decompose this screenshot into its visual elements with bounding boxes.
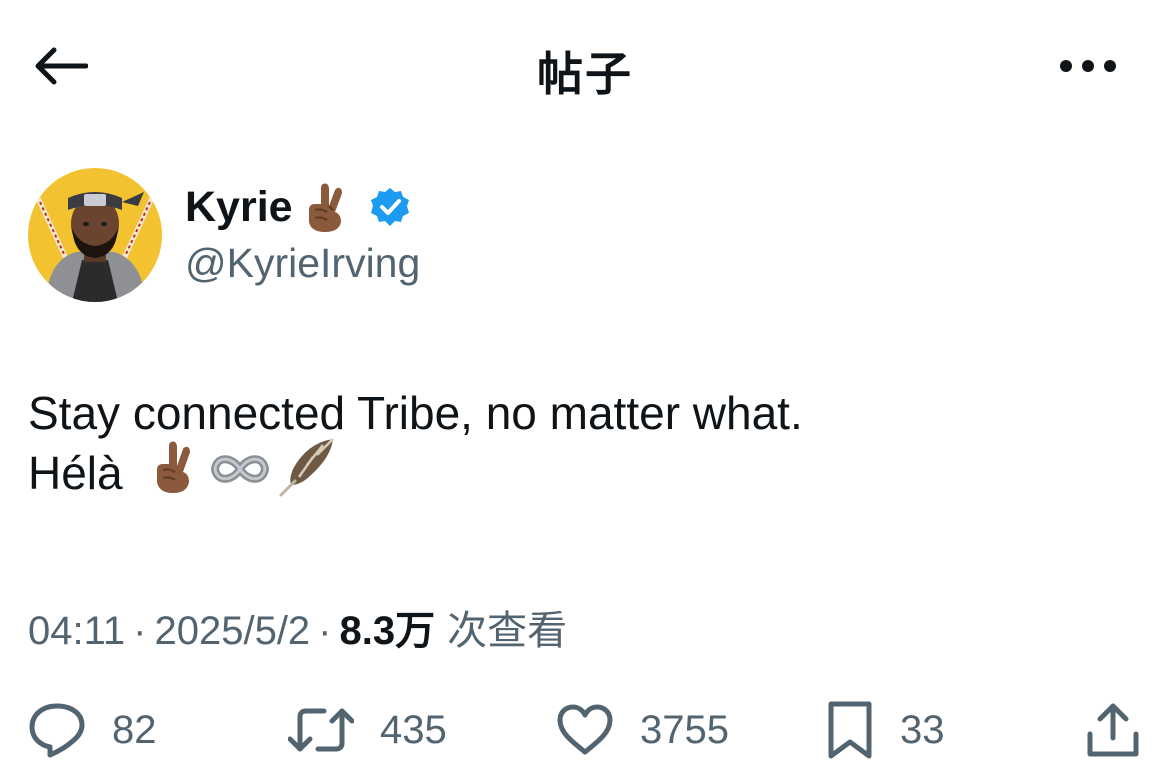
- display-name[interactable]: Kyrie: [185, 183, 293, 232]
- avatar[interactable]: [28, 168, 162, 302]
- retweet-count: 435: [380, 707, 447, 752]
- like-button[interactable]: 3755: [556, 695, 729, 765]
- verified-badge-icon[interactable]: [369, 186, 411, 228]
- page-title: 帖子: [537, 47, 633, 101]
- more-horizontal-icon: [1060, 60, 1116, 72]
- top-bar: 帖子: [0, 0, 1170, 130]
- like-count: 3755: [640, 707, 729, 752]
- reply-button[interactable]: 82: [28, 695, 157, 765]
- tweet-date[interactable]: 2025/5/2: [154, 609, 310, 654]
- crossed-fingers-emoji-icon: [149, 436, 197, 510]
- heart-icon: [557, 704, 613, 755]
- meta-separator: ·: [133, 609, 147, 653]
- bookmark-count: 33: [900, 707, 945, 752]
- crossed-fingers-emoji-icon: [301, 180, 349, 234]
- tweet-text: Stay connected Tribe, no matter what. Hé…: [28, 383, 1128, 503]
- meta-separator: ·: [318, 609, 332, 653]
- retweet-icon: [288, 708, 354, 752]
- more-options-button[interactable]: [1056, 44, 1120, 88]
- tweet-time[interactable]: 04:11: [28, 609, 125, 654]
- avatar-image: [28, 168, 162, 302]
- tweet-text-line-2: Hélà: [28, 438, 1128, 503]
- author-block: Kyrie @KyrieIrving: [28, 168, 728, 308]
- action-bar: 82 435 3755 33: [0, 695, 1170, 765]
- bookmark-button[interactable]: 33: [826, 695, 945, 765]
- infinity-emoji-icon: [207, 443, 273, 503]
- bookmark-icon: [828, 701, 872, 759]
- share-icon: [1087, 703, 1139, 757]
- reply-icon: [29, 703, 85, 758]
- tweet-text-line-1: Stay connected Tribe, no matter what.: [28, 387, 803, 439]
- views-count[interactable]: 8.3万: [340, 598, 436, 656]
- name-row: Kyrie: [185, 180, 411, 234]
- tweet-word-hela: Hélà: [28, 447, 123, 499]
- retweet-button[interactable]: 435: [288, 695, 447, 765]
- share-button[interactable]: [1086, 695, 1140, 765]
- views-label: 次查看: [447, 608, 568, 654]
- feather-emoji-icon: [277, 435, 339, 511]
- tweet-meta: 04:11 · 2025/5/2 · 8.3万 次查看: [28, 598, 567, 656]
- user-handle[interactable]: @KyrieIrving: [185, 240, 420, 287]
- reply-count: 82: [112, 707, 157, 752]
